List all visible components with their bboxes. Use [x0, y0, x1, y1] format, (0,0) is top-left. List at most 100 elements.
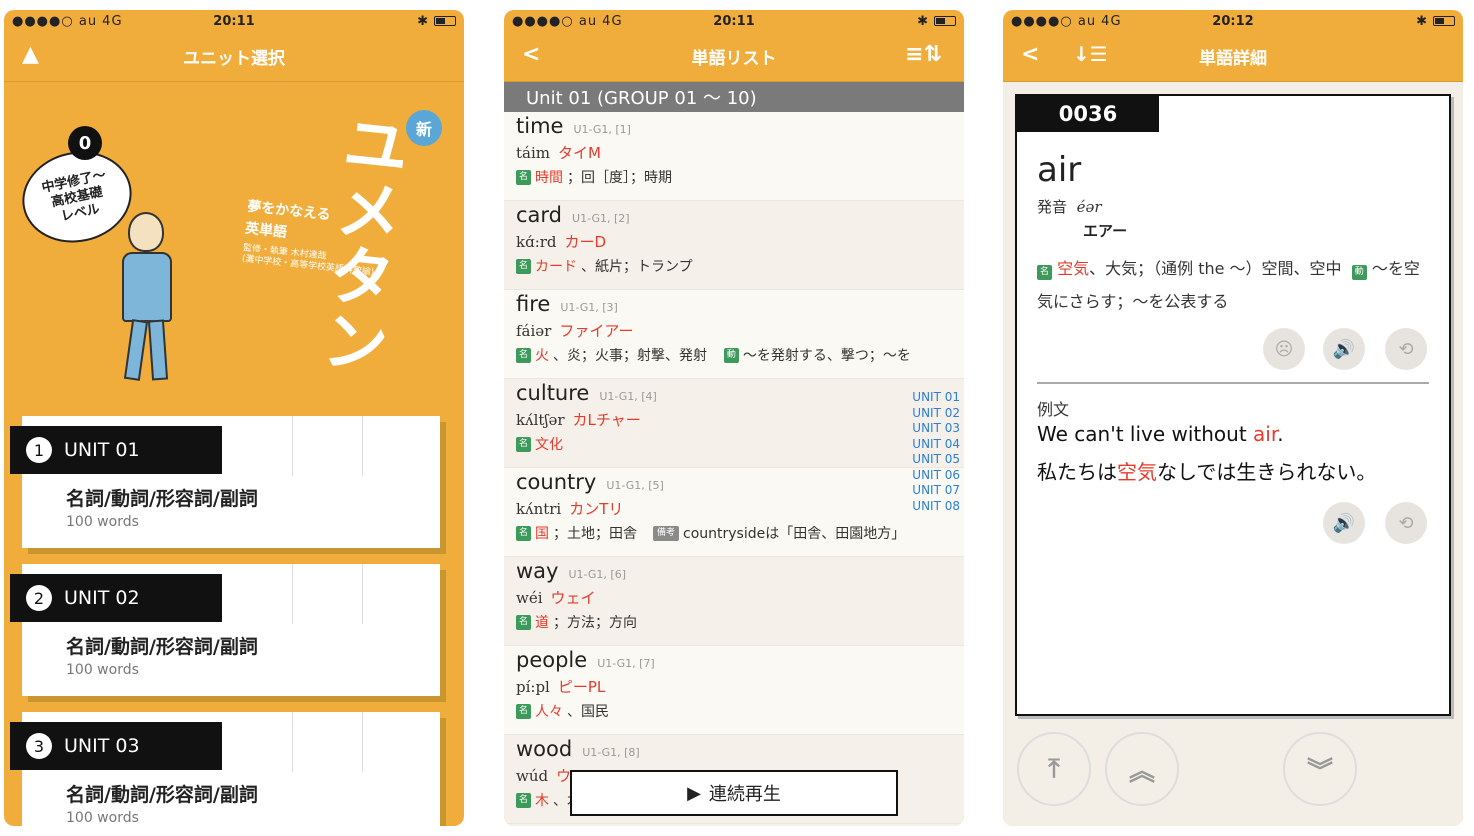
- bluetooth-icon: ✱: [1416, 13, 1427, 29]
- word-row[interactable]: time U1-G1, [1] táim タイM 名時間 ；回［度］；時期: [504, 112, 964, 201]
- word-ipa: wúd: [516, 767, 549, 785]
- nav-title: 単語詳細: [1199, 49, 1267, 69]
- back-chevron-icon[interactable]: <: [1021, 42, 1039, 67]
- unit-index-item[interactable]: UNIT 02: [912, 406, 960, 422]
- word-ipa: kɑ́:rd: [516, 233, 557, 251]
- battery-icon: [934, 16, 956, 26]
- unit-index-item[interactable]: UNIT 08: [912, 499, 960, 515]
- example-japanese: 私たちは空気なしでは生きられない。: [1037, 460, 1377, 484]
- word-row[interactable]: fire U1-G1, [3] fáiər ファイアー 名火、炎；火事；射撃、発射 …: [504, 290, 964, 379]
- word-text: card: [516, 203, 563, 227]
- word-code: U1-G1, [2]: [572, 212, 630, 225]
- nav-bar: < 単語リスト ≡⇅: [504, 32, 964, 82]
- up-arrow-icon[interactable]: ▲: [22, 42, 39, 67]
- word-ipa: kʌ́ntri: [516, 500, 562, 518]
- word-code: U1-G1, [1]: [573, 123, 631, 136]
- screen-word-detail: ●●●●○ au 4G 20:12 ✱ < ↓☰ 単語詳細 0036 air 発…: [1003, 10, 1463, 826]
- bluetooth-icon: ✱: [417, 13, 428, 29]
- level-number: 0: [68, 126, 102, 160]
- status-bar: ●●●●○ au 4G 20:11 ✱: [504, 10, 964, 32]
- play-icon: ▶: [687, 782, 701, 804]
- word-ipa: kʌ́ltʃər: [516, 411, 565, 429]
- word-number: 0036: [1017, 96, 1159, 132]
- meaning: 名 空気、大気；（通例 the 〜）空間、空中 動 〜を空気にさらす；〜を公表す…: [1037, 259, 1420, 311]
- word-meaning: 名火、炎；火事；射撃、発射 動 〜を発射する、撃つ；〜を: [516, 345, 952, 365]
- next-word-button[interactable]: ︾: [1283, 732, 1357, 806]
- status-bar: ●●●●○ au 4G 20:12 ✱: [1003, 10, 1463, 32]
- word-kana: ウェイ: [550, 589, 596, 607]
- battery-icon: [1433, 16, 1455, 26]
- word-row[interactable]: country U1-G1, [5] kʌ́ntri カンTリ 名国；土地；田舎 備考…: [504, 468, 964, 557]
- word-kana: ファイアー: [559, 322, 634, 340]
- screen-unit-select: ●●●●○ au 4G 20:11 ✱ ▲ ユニット選択 中学修了〜 高校基礎 …: [4, 10, 464, 826]
- word-text: people: [516, 648, 588, 672]
- unit-index-item[interactable]: UNIT 03: [912, 421, 960, 437]
- battery-icon: [434, 16, 456, 26]
- word-kana: ピーPL: [557, 678, 606, 696]
- unit-word-count: 100 words: [66, 662, 139, 678]
- bluetooth-icon: ✱: [917, 13, 928, 29]
- unit-card[interactable]: 1 UNIT 01 名詞/動詞/形容詞/副詞 100 words: [10, 416, 440, 548]
- unit-index-item[interactable]: UNIT 05: [912, 452, 960, 468]
- unit-card[interactable]: 3 UNIT 03 名詞/動詞/形容詞/副詞 100 words: [10, 712, 440, 826]
- word-text: way: [516, 559, 559, 583]
- unit-index-item[interactable]: UNIT 06: [912, 468, 960, 484]
- word-text: wood: [516, 737, 573, 761]
- unit-title: 名詞/動詞/形容詞/副詞: [66, 784, 258, 806]
- book-cover: 中学修了〜 高校基礎 レベル 0 夢をかなえる 英単語 監修・執筆 木村達哉 (…: [4, 82, 464, 422]
- word-meaning: 名時間 ；回［度］；時期: [516, 167, 952, 187]
- word-code: U1-G1, [8]: [582, 746, 640, 759]
- back-chevron-icon[interactable]: <: [522, 42, 540, 67]
- word-kana: カーD: [564, 233, 607, 251]
- word-meaning: 名国；土地；田舎 備考 countrysideは「田舎、田園地方」: [516, 523, 952, 543]
- word-ipa: fáiər: [516, 322, 552, 340]
- word-row[interactable]: culture U1-G1, [4] kʌ́ltʃər カLチャー 名文化: [504, 379, 964, 468]
- word-kana: タイM: [558, 144, 601, 162]
- example-english: We can't live without air.: [1037, 422, 1284, 446]
- continuous-play-button[interactable]: ▶ 連続再生: [570, 770, 898, 816]
- cover-title: ユメタン: [308, 106, 413, 378]
- word-code: U1-G1, [5]: [606, 479, 664, 492]
- unit-title: 名詞/動詞/形容詞/副詞: [66, 488, 258, 510]
- first-word-button[interactable]: ⤒: [1017, 732, 1091, 806]
- word-meaning: 名カード 、紙片；トランプ: [516, 256, 952, 276]
- repeat-audio-icon[interactable]: ⟲: [1385, 328, 1427, 370]
- word-meaning: 名人々 、国民: [516, 701, 952, 721]
- word-row[interactable]: way U1-G1, [6] wéi ウェイ 名道；方法；方向: [504, 557, 964, 646]
- screen-word-list: ●●●●○ au 4G 20:11 ✱ < 単語リスト ≡⇅ Unit 01 (…: [504, 10, 964, 826]
- word-ipa: pí:pl: [516, 678, 550, 696]
- unit-header: Unit 01 (GROUP 01 〜 10): [504, 82, 964, 112]
- word-code: U1-G1, [4]: [599, 390, 657, 403]
- word-kana: カLチャー: [572, 411, 641, 429]
- unit-index: UNIT 01 UNIT 02 UNIT 03 UNIT 04 UNIT 05 UNIT …: [912, 390, 960, 514]
- word-code: U1-G1, [6]: [568, 568, 627, 581]
- nav-bar: < ↓☰ 単語詳細: [1003, 32, 1463, 82]
- example-repeat-audio-icon[interactable]: ⟲: [1385, 502, 1427, 544]
- unit-index-item[interactable]: UNIT 01: [912, 390, 960, 406]
- word-text: fire: [516, 292, 551, 316]
- word-code: U1-G1, [3]: [560, 301, 618, 314]
- word-list[interactable]: Unit 01 (GROUP 01 〜 10) time U1-G1, [1] t…: [504, 82, 964, 826]
- example-speaker-icon[interactable]: 🔊: [1323, 502, 1365, 544]
- nav-title: 単語リスト: [691, 49, 777, 69]
- word-text: time: [516, 114, 564, 138]
- clock: 20:11: [713, 13, 755, 29]
- unit-card[interactable]: 2 UNIT 02 名詞/動詞/形容詞/副詞 100 words: [10, 564, 440, 696]
- nav-title: ユニット選択: [183, 49, 285, 69]
- word-row[interactable]: people U1-G1, [7] pí:pl ピーPL 名人々 、国民: [504, 646, 964, 735]
- unit-index-item[interactable]: UNIT 07: [912, 483, 960, 499]
- example-label: 例文: [1037, 400, 1070, 419]
- list-order-icon[interactable]: ↓☰: [1073, 42, 1108, 66]
- word-code: U1-G1, [7]: [597, 657, 655, 670]
- previous-word-button[interactable]: ︽: [1105, 732, 1179, 806]
- word-kana: カンTリ: [569, 500, 624, 518]
- speaker-icon[interactable]: 🔊: [1323, 328, 1365, 370]
- unit-index-item[interactable]: UNIT 04: [912, 437, 960, 453]
- divider: [1037, 382, 1429, 384]
- word-row[interactable]: card U1-G1, [2] kɑ́:rd カーD 名カード 、紙片；トランプ: [504, 201, 964, 290]
- unit-title: 名詞/動詞/形容詞/副詞: [66, 636, 258, 658]
- face-icon[interactable]: ☹: [1263, 328, 1305, 370]
- word-text: culture: [516, 381, 590, 405]
- sort-icon[interactable]: ≡⇅: [905, 42, 942, 67]
- character-illustration: [122, 212, 192, 381]
